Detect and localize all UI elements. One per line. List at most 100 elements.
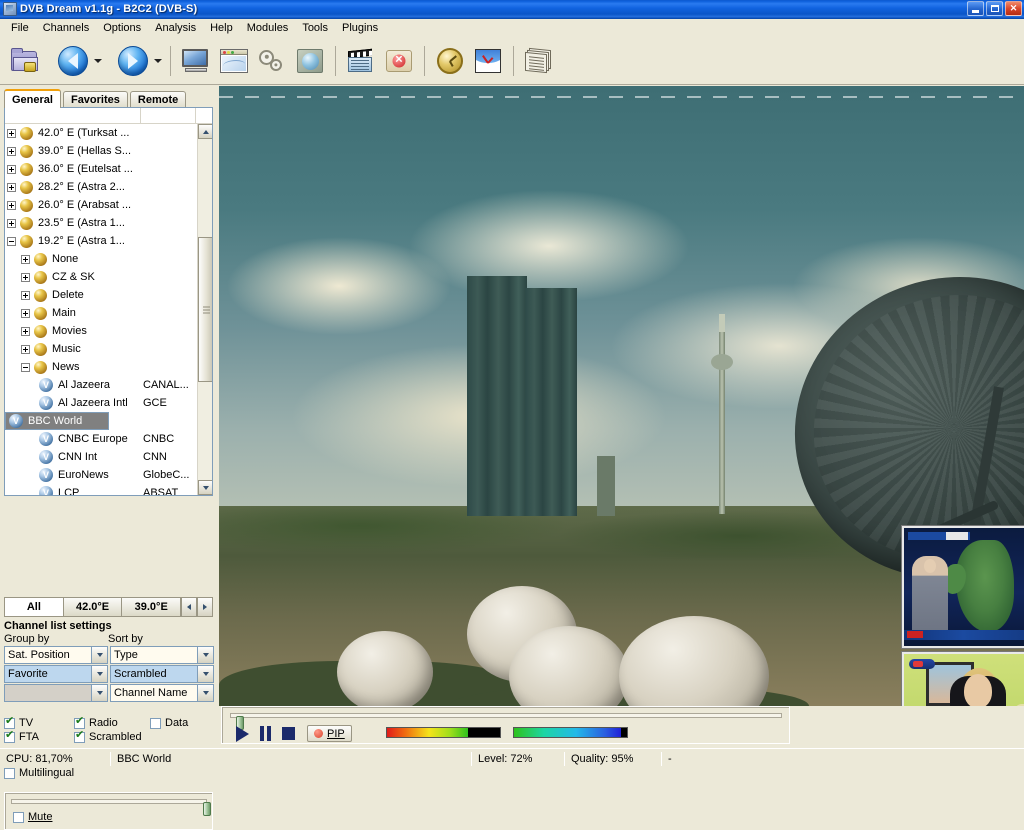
satellite-setup-button[interactable]: [291, 41, 329, 81]
expander-plus-icon[interactable]: [7, 164, 16, 174]
previous-channel-button[interactable]: [54, 41, 92, 81]
tree-node-channel-cnn-int[interactable]: V CNN Int CNN: [5, 448, 212, 466]
checkbox-radio-icon[interactable]: [74, 716, 85, 729]
chevron-down-icon[interactable]: [197, 647, 213, 663]
expander-plus-icon[interactable]: [7, 218, 16, 228]
tree-node-sat-235[interactable]: 23.5° E (Astra 1...: [5, 214, 212, 232]
epg-button[interactable]: [469, 41, 507, 81]
video-viewport[interactable]: [219, 86, 1024, 706]
close-button[interactable]: ✕: [1005, 1, 1022, 16]
expander-plus-icon[interactable]: [21, 290, 30, 300]
tab-favorites[interactable]: Favorites: [62, 91, 128, 108]
checkbox-tv-icon[interactable]: [4, 716, 15, 729]
fullscreen-button[interactable]: [177, 41, 215, 81]
chevron-down-icon[interactable]: [91, 685, 107, 701]
tree-node-sat-192[interactable]: 19.2° E (Astra 1...: [5, 232, 212, 250]
tree-node-group-news[interactable]: News: [5, 358, 212, 376]
sat-tabs-scroll-right-icon[interactable]: [197, 597, 213, 617]
sat-tab-39[interactable]: 39.0°E: [122, 597, 182, 617]
next-channel-dropdown-icon[interactable]: [152, 41, 164, 81]
channel-tree-body[interactable]: 42.0° E (Turksat ... 39.0° E (Hellas S..…: [5, 124, 212, 495]
mute-control[interactable]: Mute: [13, 811, 52, 823]
menu-item-file[interactable]: File: [4, 20, 36, 36]
expander-plus-icon[interactable]: [21, 344, 30, 354]
menu-item-tools[interactable]: Tools: [295, 20, 335, 36]
channel-tree-header[interactable]: [5, 108, 212, 124]
sort-by-select-1[interactable]: Type: [110, 646, 214, 664]
previous-channel-dropdown-icon[interactable]: [92, 41, 104, 81]
menu-item-modules[interactable]: Modules: [240, 20, 296, 36]
settings-button[interactable]: [253, 41, 291, 81]
tab-remote[interactable]: Remote: [129, 91, 187, 108]
expander-plus-icon[interactable]: [21, 272, 30, 282]
tree-node-group-none[interactable]: None: [5, 250, 212, 268]
tree-node-channel-bbc-world[interactable]: V BBC World BBC: [5, 412, 167, 430]
chevron-down-icon[interactable]: [91, 666, 107, 682]
filter-scrambled[interactable]: Scrambled: [74, 730, 150, 743]
open-channel-list-button[interactable]: [6, 41, 44, 81]
expander-plus-icon[interactable]: [7, 200, 16, 210]
expander-plus-icon[interactable]: [7, 182, 16, 192]
minimize-button[interactable]: [967, 1, 984, 16]
sat-tab-42[interactable]: 42.0°E: [63, 597, 123, 617]
checkbox-multilingual-icon[interactable]: [4, 767, 15, 779]
next-channel-button[interactable]: [114, 41, 152, 81]
video-window-button[interactable]: [215, 41, 253, 81]
checkbox-data-icon[interactable]: [150, 717, 161, 729]
chevron-down-icon[interactable]: [197, 666, 213, 682]
menu-item-channels[interactable]: Channels: [36, 20, 96, 36]
menu-item-plugins[interactable]: Plugins: [335, 20, 385, 36]
tree-node-sat-36[interactable]: 36.0° E (Eutelsat ...: [5, 160, 212, 178]
expander-minus-icon[interactable]: [21, 362, 30, 372]
expander-plus-icon[interactable]: [7, 146, 16, 156]
tree-node-group-czsk[interactable]: CZ & SK: [5, 268, 212, 286]
stop-button[interactable]: [282, 727, 295, 740]
channel-tree-scrollbar[interactable]: [197, 124, 212, 495]
filter-radio[interactable]: Radio: [74, 716, 150, 729]
filter-multilingual[interactable]: Multilingual: [4, 767, 74, 779]
recorder-button[interactable]: [342, 41, 380, 81]
scroll-down-icon[interactable]: [198, 480, 212, 495]
menu-item-analysis[interactable]: Analysis: [148, 20, 203, 36]
seek-slider-track[interactable]: [230, 713, 782, 730]
chevron-down-icon[interactable]: [91, 647, 107, 663]
sort-by-select-2[interactable]: Scrambled: [110, 665, 214, 683]
filter-data[interactable]: Data: [150, 717, 188, 729]
sat-tab-all[interactable]: All: [4, 597, 64, 617]
tree-node-channel-cnbc-europe[interactable]: V CNBC Europe CNBC: [5, 430, 212, 448]
stop-record-button[interactable]: ✕: [380, 41, 418, 81]
tree-node-group-delete[interactable]: Delete: [5, 286, 212, 304]
play-button[interactable]: [236, 725, 249, 742]
pip-window-studio[interactable]: [902, 652, 1024, 706]
scrollbar-thumb[interactable]: [198, 237, 212, 382]
tab-general[interactable]: General: [4, 89, 61, 108]
sort-by-select-3[interactable]: Channel Name: [110, 684, 214, 702]
title-bar[interactable]: DVB Dream v1.1g - B2C2 (DVB-S) ✕: [0, 0, 1024, 19]
filter-tv[interactable]: TV: [4, 716, 74, 729]
tree-node-sat-28[interactable]: 28.2° E (Astra 2...: [5, 178, 212, 196]
menu-item-help[interactable]: Help: [203, 20, 240, 36]
tree-node-channel-lcp[interactable]: V LCP ABSAT: [5, 484, 212, 495]
tree-node-channel-al-jazeera[interactable]: V Al Jazeera CANAL...: [5, 376, 212, 394]
checkbox-scrambled-icon[interactable]: [74, 730, 85, 743]
sat-tabs-scroll-left-icon[interactable]: [181, 597, 198, 617]
tree-node-sat-26[interactable]: 26.0° E (Arabsat ...: [5, 196, 212, 214]
menu-item-options[interactable]: Options: [96, 20, 148, 36]
expander-plus-icon[interactable]: [21, 254, 30, 264]
tree-node-channel-al-jazeera-intl[interactable]: V Al Jazeera Intl GCE: [5, 394, 212, 412]
maximize-button[interactable]: [986, 1, 1003, 16]
tree-node-group-music[interactable]: Music: [5, 340, 212, 358]
tree-node-group-main[interactable]: Main: [5, 304, 212, 322]
expander-plus-icon[interactable]: [21, 326, 30, 336]
tree-node-channel-euronews[interactable]: V EuroNews GlobeC...: [5, 466, 212, 484]
volume-slider-thumb[interactable]: [203, 802, 211, 816]
tree-node-sat-42[interactable]: 42.0° E (Turksat ...: [5, 124, 212, 142]
timer-button[interactable]: [431, 41, 469, 81]
checkbox-fta-icon[interactable]: [4, 730, 15, 743]
tree-node-group-movies[interactable]: Movies: [5, 322, 212, 340]
scroll-up-icon[interactable]: [198, 124, 212, 139]
group-by-select-3[interactable]: [4, 684, 108, 702]
channel-tree[interactable]: 42.0° E (Turksat ... 39.0° E (Hellas S..…: [4, 107, 213, 496]
group-by-select-1[interactable]: Sat. Position: [4, 646, 108, 664]
pause-button[interactable]: [259, 726, 272, 741]
